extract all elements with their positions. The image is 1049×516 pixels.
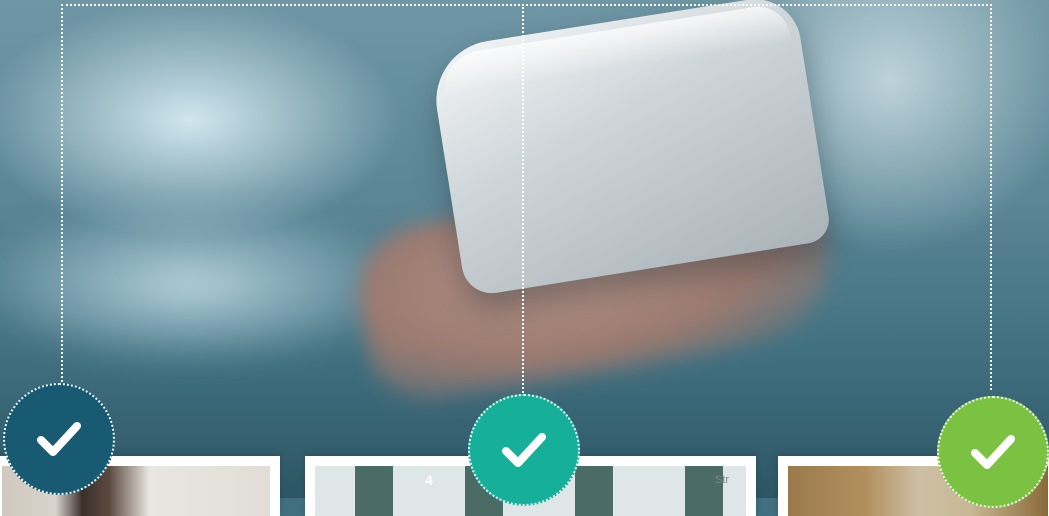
check-badge-1 <box>3 383 115 495</box>
calculator-key-label-2: Str <box>715 474 730 486</box>
dotted-connector-middle <box>522 4 524 396</box>
checkmark-icon <box>971 435 1015 469</box>
checkmark-icon <box>37 422 81 456</box>
check-badge-3 <box>937 396 1049 508</box>
check-badge-2 <box>468 394 580 506</box>
calculator-key-label: 4 <box>425 472 433 488</box>
checkmark-icon <box>502 433 546 467</box>
dotted-connector-frame <box>61 4 992 390</box>
